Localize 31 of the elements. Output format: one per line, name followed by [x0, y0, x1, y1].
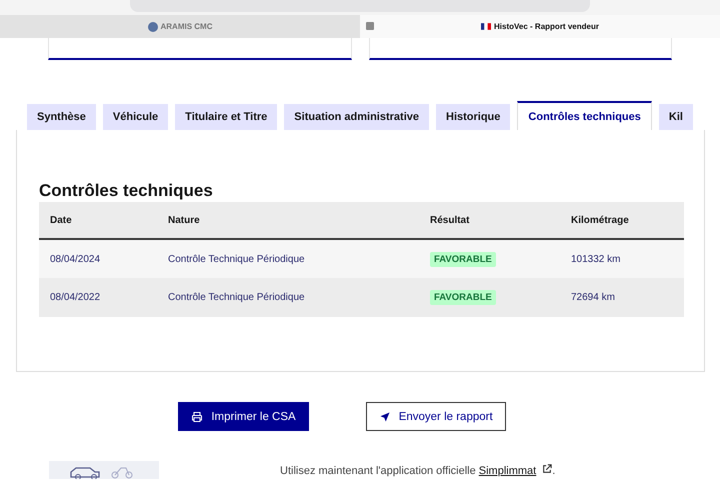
browser-tab[interactable]: HistoVec - Rapport vendeur	[360, 15, 720, 38]
result-badge: FAVORABLE	[430, 290, 496, 305]
column-header: Nature	[157, 202, 419, 239]
table-cell: Contrôle Technique Périodique	[157, 278, 419, 317]
table-cell: 08/04/2022	[39, 278, 157, 317]
column-header: Résultat	[419, 202, 560, 239]
tab[interactable]: Situation administrative	[284, 104, 429, 130]
table-cell: 101332 km	[560, 239, 684, 278]
site-logo-icon	[148, 22, 158, 32]
section-title: Contrôles techniques	[39, 180, 213, 202]
table-cell: Contrôle Technique Périodique	[157, 239, 419, 278]
table-cell: 08/04/2024	[39, 239, 157, 278]
simplimmat-link[interactable]: Simplimmat	[478, 464, 552, 476]
send-icon	[378, 410, 391, 422]
column-header: Date	[39, 202, 157, 239]
tab[interactable]: Titulaire et Titre	[175, 104, 278, 130]
tab[interactable]: Véhicule	[102, 104, 168, 130]
footer-text: Utilisez maintenant l'application officielle Simplimmat .	[280, 464, 556, 476]
printer-icon	[191, 410, 204, 422]
table-cell: 72694 km	[560, 278, 684, 317]
column-header: Kilométrage	[560, 202, 684, 239]
flag-icon	[481, 23, 492, 30]
external-link-icon	[542, 464, 552, 474]
tab[interactable]: Kil	[658, 104, 693, 130]
tab[interactable]: Historique	[436, 104, 510, 130]
print-button[interactable]: Imprimer le CSA	[178, 402, 309, 431]
send-button[interactable]: Envoyer le rapport	[366, 402, 506, 431]
close-icon[interactable]	[366, 22, 374, 30]
result-badge: FAVORABLE	[430, 252, 496, 266]
tab[interactable]: Synthèse	[27, 104, 96, 130]
tab[interactable]: Contrôles techniques	[517, 101, 652, 130]
